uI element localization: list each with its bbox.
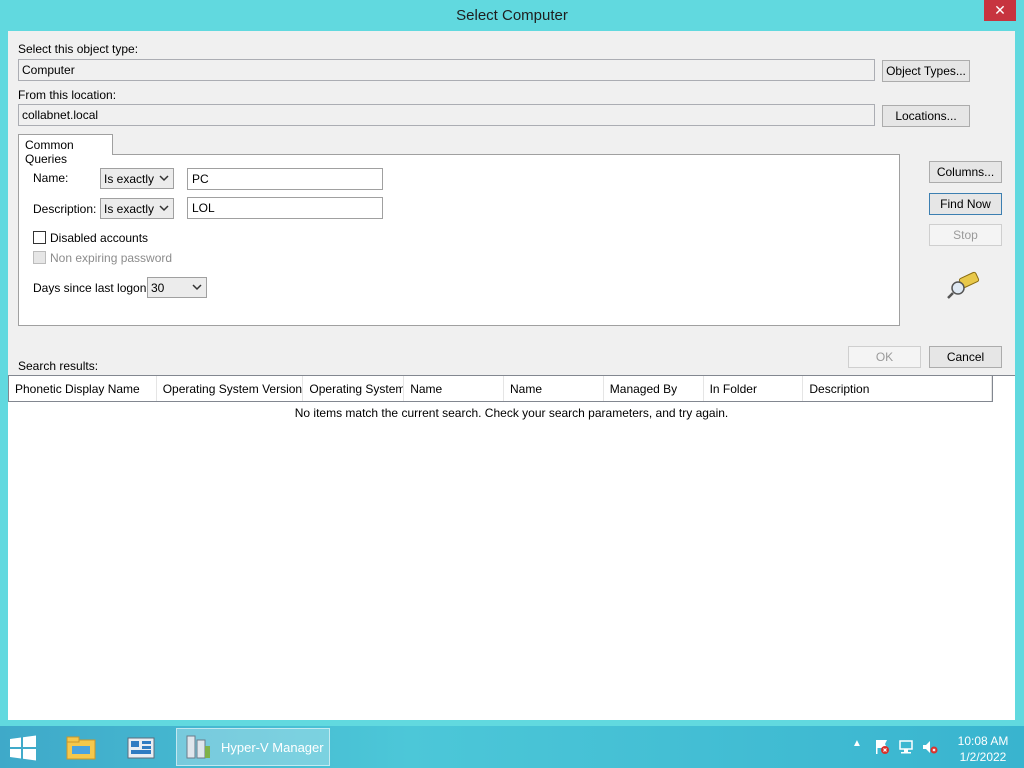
chevron-up-icon: ▲ — [852, 738, 862, 749]
days-since-logon-select[interactable]: 30 — [147, 277, 207, 298]
windows-logo-icon — [10, 735, 36, 761]
column-header[interactable]: Phonetic Display Name — [9, 376, 157, 401]
days-since-logon-label: Days since last logon: — [33, 281, 150, 295]
cancel-button[interactable]: Cancel — [929, 346, 1002, 368]
folder-icon — [66, 736, 96, 760]
file-explorer-taskbar-button[interactable] — [60, 728, 104, 766]
location-field: collabnet.local — [18, 104, 875, 126]
results-header: Phonetic Display Name Operating System V… — [8, 376, 993, 402]
tab-common-queries[interactable]: Common Queries — [18, 134, 113, 166]
description-input[interactable]: LOL — [187, 197, 383, 219]
empty-results-message: No items match the current search. Check… — [294, 406, 729, 420]
column-header[interactable]: Description — [803, 376, 992, 401]
server-manager-taskbar-button[interactable] — [120, 728, 164, 766]
description-operator-select[interactable]: Is exactly — [100, 198, 174, 219]
clock-time: 10:08 AM — [957, 734, 1009, 748]
dialog-client: Select this object type: Computer Object… — [8, 31, 1015, 720]
non-expiring-password-label: Non expiring password — [50, 251, 173, 265]
start-button[interactable] — [8, 728, 44, 766]
close-icon: ✕ — [994, 2, 1006, 18]
window-title: Select Computer — [456, 7, 568, 24]
chevron-down-icon — [159, 205, 169, 212]
object-type-field: Computer — [18, 59, 875, 81]
columns-button[interactable]: Columns... — [929, 161, 1002, 183]
location-label: From this location: — [18, 88, 117, 102]
name-input[interactable]: PC — [187, 168, 383, 190]
show-hidden-icons-button[interactable]: ▲ — [852, 738, 862, 749]
locations-button[interactable]: Locations... — [882, 105, 970, 127]
ok-button: OK — [848, 346, 921, 368]
column-header[interactable]: In Folder — [704, 376, 804, 401]
taskbar: Hyper-V Manager ▲ 10:08 AM 1/2/2022 — [0, 726, 1024, 768]
action-center-flag-icon[interactable] — [874, 739, 890, 755]
chevron-down-icon — [192, 284, 202, 291]
hyper-v-manager-taskbar-button[interactable]: Hyper-V Manager — [176, 728, 330, 766]
description-operator-value: Is exactly — [104, 202, 155, 216]
close-button[interactable]: ✕ — [984, 0, 1016, 21]
chevron-down-icon — [159, 175, 169, 182]
days-since-logon-value: 30 — [151, 281, 165, 295]
disabled-accounts-label: Disabled accounts — [50, 231, 149, 245]
column-header[interactable]: Operating System — [303, 376, 405, 401]
column-header[interactable]: Name — [404, 376, 504, 401]
description-label: Description: — [33, 202, 97, 216]
clock-date: 1/2/2022 — [959, 750, 1007, 764]
find-now-button[interactable]: Find Now — [929, 193, 1002, 215]
object-types-button[interactable]: Object Types... — [882, 60, 970, 82]
column-header[interactable]: Operating System Version — [157, 376, 304, 401]
network-icon[interactable] — [898, 739, 914, 755]
non-expiring-password-checkbox — [33, 251, 46, 264]
hyper-v-manager-label: Hyper-V Manager — [221, 740, 324, 755]
server-manager-icon — [127, 737, 155, 759]
column-header[interactable]: Name — [504, 376, 604, 401]
name-operator-value: Is exactly — [104, 172, 155, 186]
clock[interactable]: 10:08 AM 1/2/2022 — [950, 733, 1016, 765]
common-queries-panel: Name: Is exactly PC Description: Is exac… — [18, 154, 900, 326]
column-header[interactable]: Managed By — [604, 376, 704, 401]
select-computer-dialog: Select Computer ✕ Select this object typ… — [0, 0, 1024, 726]
search-results-list[interactable]: Phonetic Display Name Operating System V… — [8, 375, 1015, 720]
object-type-label: Select this object type: — [18, 42, 139, 56]
volume-muted-icon[interactable] — [922, 739, 938, 755]
search-flashlight-icon — [947, 271, 980, 299]
disabled-accounts-checkbox[interactable] — [33, 231, 46, 244]
name-operator-select[interactable]: Is exactly — [100, 168, 174, 189]
name-label: Name: — [33, 171, 69, 185]
hyper-v-icon — [186, 735, 210, 759]
stop-button: Stop — [929, 224, 1002, 246]
search-results-label: Search results: — [18, 359, 99, 373]
title-bar[interactable]: Select Computer ✕ — [0, 0, 1024, 30]
